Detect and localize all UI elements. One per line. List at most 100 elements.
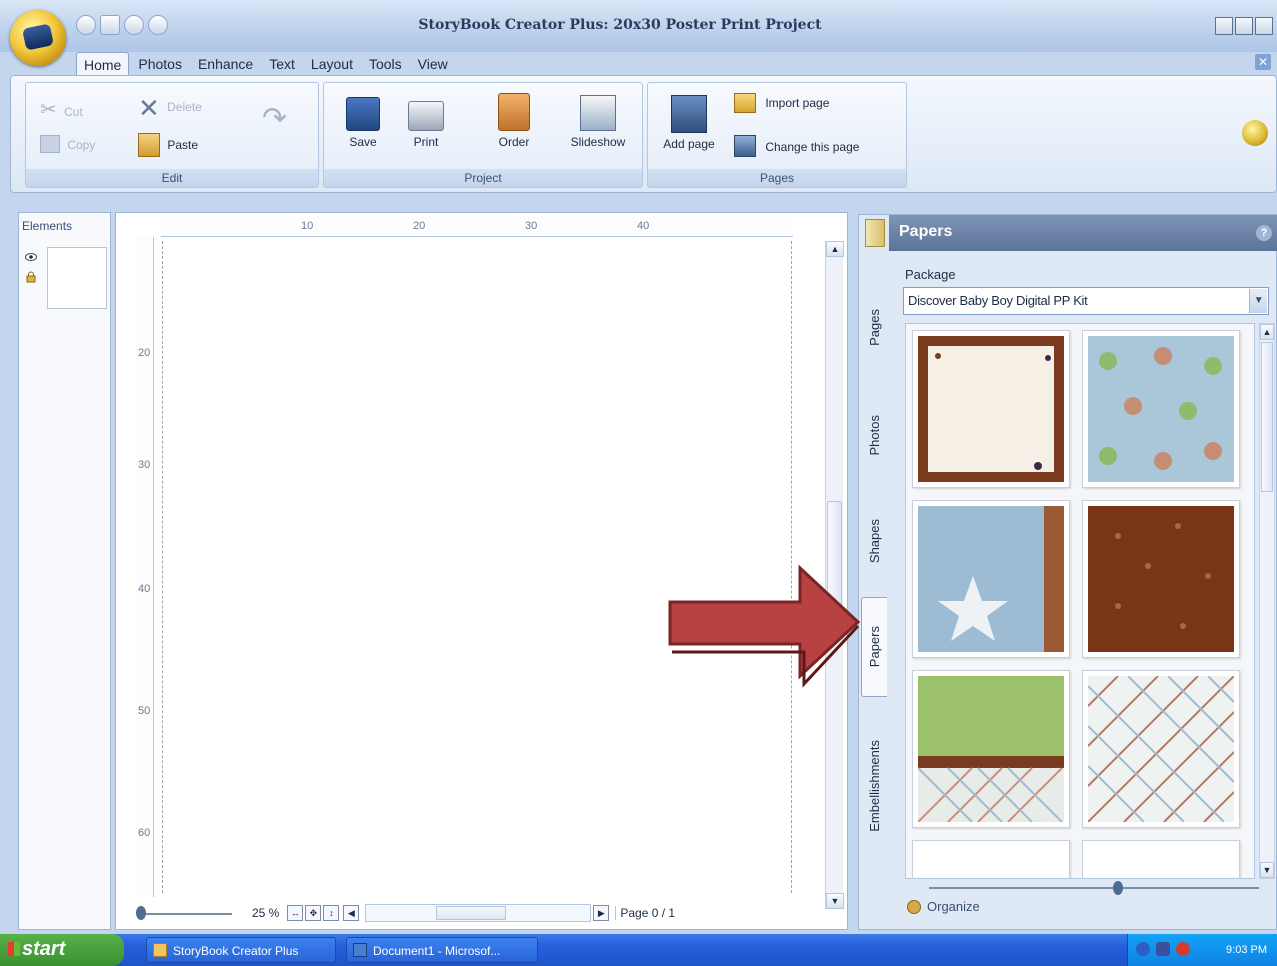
fit-height-icon[interactable]: ↕ — [323, 905, 340, 921]
tab-view[interactable]: View — [411, 52, 455, 76]
papers-scrollbar[interactable]: ▲ ▼ — [1259, 323, 1275, 879]
folder-icon — [734, 93, 756, 113]
start-button[interactable]: start — [0, 934, 124, 966]
import-page-button[interactable]: Import page — [734, 93, 829, 116]
scroll-down-icon[interactable]: ▼ — [1260, 862, 1274, 878]
taskbar-item-storybook[interactable]: StoryBook Creator Plus — [146, 937, 336, 963]
copy-button[interactable]: Copy — [40, 135, 95, 156]
package-select[interactable]: Discover Baby Boy Digital PP Kit ▼ — [903, 287, 1269, 315]
cut-button[interactable]: ✂ Cut — [40, 97, 83, 122]
elements-panel-title: Elements — [22, 219, 73, 233]
package-select-value: Discover Baby Boy Digital PP Kit — [908, 293, 1088, 308]
paper-thumbnail[interactable] — [912, 330, 1070, 488]
ruler-h-label: 20 — [413, 220, 426, 232]
paste-button[interactable]: Paste — [138, 133, 198, 160]
ruler-h-label: 30 — [525, 220, 538, 232]
application-orb-button[interactable] — [10, 10, 66, 66]
vertical-tabs: Pages Photos Shapes Papers Embellishment… — [859, 251, 889, 931]
clipboard-icon — [138, 133, 160, 157]
print-button[interactable]: Print — [398, 97, 454, 149]
scissors-icon: ✂ — [40, 99, 57, 121]
shopping-bag-icon — [498, 93, 530, 131]
delete-button[interactable]: ✕ Delete — [138, 93, 202, 124]
scroll-right-icon[interactable]: ▶ — [593, 905, 610, 921]
thumbnail-size-slider[interactable] — [929, 881, 1259, 895]
slideshow-button[interactable]: Slideshow — [560, 95, 636, 149]
horizontal-scroll-thumb[interactable] — [436, 906, 507, 920]
zoom-slider-track — [140, 913, 232, 915]
add-page-button[interactable]: Add page — [658, 95, 720, 151]
paper-blue-circles — [1088, 336, 1234, 482]
printer-icon — [408, 101, 444, 131]
elements-panel: Elements — [18, 212, 111, 930]
tray-security-icon[interactable] — [1176, 942, 1190, 956]
zoom-slider-knob[interactable] — [136, 906, 146, 920]
minimize-button[interactable] — [1215, 17, 1233, 35]
paper-thumbnail[interactable] — [1082, 670, 1240, 828]
tab-pages[interactable]: Pages — [861, 277, 887, 377]
horizontal-scrollbar[interactable] — [365, 904, 592, 922]
paper-thumbnail[interactable] — [1082, 840, 1240, 878]
ruler-h-label: 10 — [301, 220, 314, 232]
zoom-slider[interactable] — [136, 903, 236, 923]
papers-panel: Papers ? Pages Photos Shapes Papers Embe… — [858, 214, 1277, 930]
tab-enhance[interactable]: Enhance — [191, 52, 260, 76]
paper-brown-stars — [1088, 506, 1234, 652]
close-window-button[interactable] — [1255, 17, 1273, 35]
floppy-disk-icon — [346, 97, 380, 131]
tab-shapes[interactable]: Shapes — [861, 491, 887, 591]
copy-icon — [40, 135, 60, 153]
eye-icon[interactable] — [25, 253, 37, 261]
window-controls — [1215, 17, 1273, 35]
paper-thumbnail[interactable] — [1082, 330, 1240, 488]
panel-title-text: Papers — [899, 223, 953, 240]
scroll-up-icon[interactable]: ▲ — [1260, 324, 1274, 340]
tab-home[interactable]: Home — [76, 52, 130, 76]
save-button[interactable]: Save — [338, 97, 388, 149]
tab-layout[interactable]: Layout — [304, 52, 360, 76]
tab-photos[interactable]: Photos — [131, 52, 189, 76]
organize-button[interactable]: Organize — [907, 899, 980, 914]
order-button[interactable]: Order — [484, 93, 544, 149]
tab-papers[interactable]: Papers — [861, 597, 887, 697]
maximize-button[interactable] — [1235, 17, 1253, 35]
ruler-v-label: 60 — [138, 827, 151, 839]
word-document-icon — [353, 943, 367, 957]
help-orb-icon[interactable] — [1242, 120, 1268, 146]
project-group-label: Project — [324, 169, 642, 187]
taskbar-item-document[interactable]: Document1 - Microsof... — [346, 937, 538, 963]
paper-brown-frame — [918, 336, 1064, 482]
fit-page-icon[interactable]: ✥ — [305, 905, 322, 921]
paper-thumbnail[interactable] — [912, 840, 1070, 878]
tab-text[interactable]: Text — [262, 52, 302, 76]
title-bar: StoryBook Creator Plus: 20x30 Poster Pri… — [0, 0, 1277, 52]
tray-network-icon[interactable] — [1156, 942, 1170, 956]
scroll-left-icon[interactable]: ◀ — [343, 905, 360, 921]
edit-group-label: Edit — [26, 169, 318, 187]
paper-thumbnail[interactable] — [1082, 500, 1240, 658]
ruler-v-label: 30 — [138, 459, 151, 471]
papers-scroll-thumb[interactable] — [1261, 342, 1273, 492]
vertical-ruler: 20 30 40 50 60 — [136, 237, 154, 897]
paper-blue-star — [918, 506, 1064, 652]
chevron-down-icon[interactable]: ▼ — [1249, 289, 1267, 313]
thumbnail-size-knob[interactable] — [1113, 881, 1123, 895]
window-title: StoryBook Creator Plus: 20x30 Poster Pri… — [418, 17, 822, 33]
tab-photos-panel[interactable]: Photos — [861, 385, 887, 485]
redo-icon[interactable]: ↷ — [262, 101, 287, 136]
element-thumbnail[interactable] — [47, 247, 107, 309]
paper-thumbnail[interactable] — [912, 670, 1070, 828]
fit-width-icon[interactable]: ↔ — [287, 905, 304, 921]
tab-embellishments[interactable]: Embellishments — [861, 711, 887, 861]
paper-thumbnail[interactable] — [912, 500, 1070, 658]
close-document-icon[interactable]: ✕ — [1255, 54, 1271, 70]
tray-arrow-icon[interactable] — [1136, 942, 1150, 956]
scroll-up-icon[interactable]: ▲ — [826, 241, 844, 257]
lock-icon[interactable] — [25, 271, 37, 283]
change-page-button[interactable]: Change this page — [734, 135, 859, 160]
paper-green-plaid — [917, 676, 1064, 823]
tab-tools[interactable]: Tools — [362, 52, 409, 76]
ruler-h-label: 40 — [637, 220, 650, 232]
help-icon[interactable]: ? — [1256, 225, 1272, 241]
package-label: Package — [905, 267, 956, 282]
